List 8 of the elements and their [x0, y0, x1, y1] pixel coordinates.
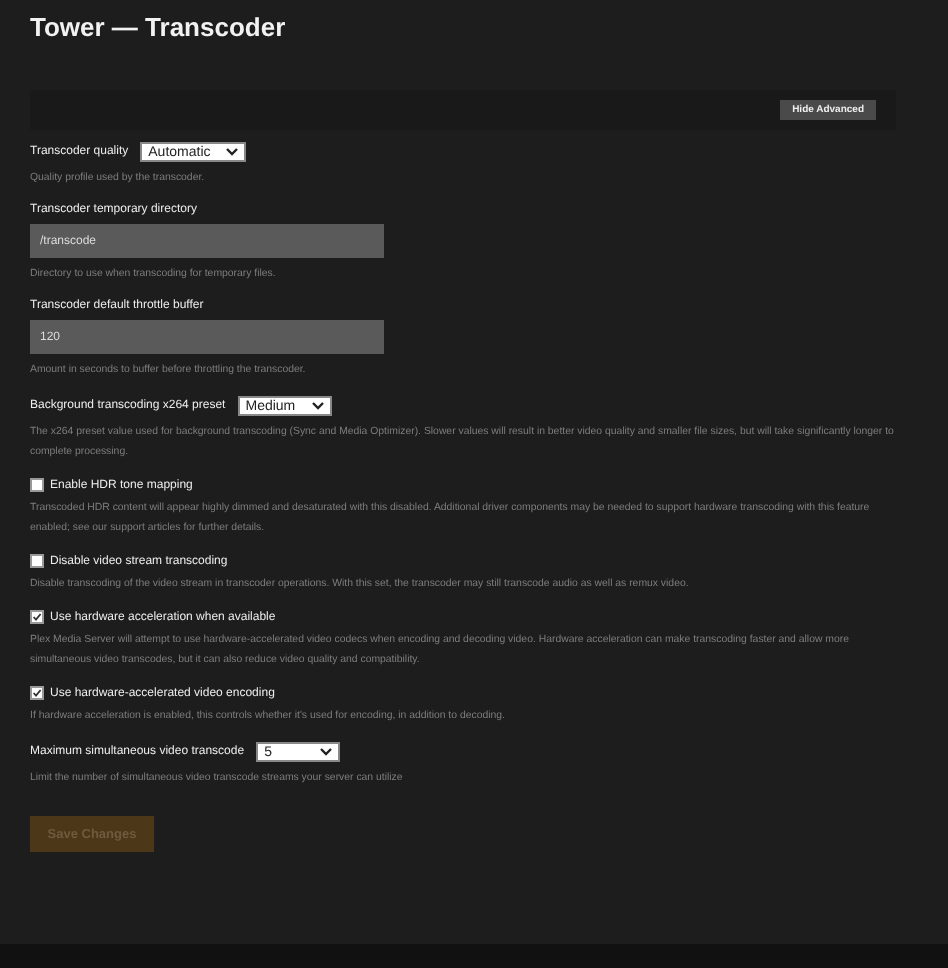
checkbox[interactable] — [30, 478, 44, 492]
checkbox[interactable] — [30, 610, 44, 624]
checkbox[interactable] — [30, 686, 44, 700]
checkbox[interactable] — [30, 554, 44, 568]
chevron-down-icon — [311, 402, 324, 410]
page-title: Tower — Transcoder — [30, 12, 288, 42]
chevron-down-icon — [320, 748, 333, 756]
chevron-down-icon — [226, 148, 239, 156]
